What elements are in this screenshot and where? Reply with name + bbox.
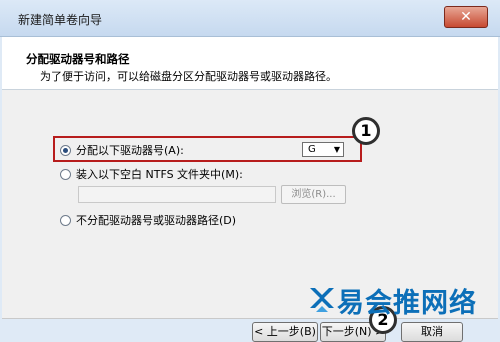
watermark-logo-icon xyxy=(310,288,334,312)
title-bar: 新建简单卷向导 ✕ xyxy=(0,0,500,37)
chevron-down-icon: ▼ xyxy=(333,145,340,154)
watermark: 易会推网络 xyxy=(307,281,500,319)
page-subtitle: 为了便于访问，可以给磁盘分区分配驱动器号或驱动器路径。 xyxy=(40,70,337,83)
radio-assign-letter[interactable] xyxy=(60,144,71,156)
option-assign-letter[interactable]: 分配以下驱动器号(A): xyxy=(60,142,184,158)
page-title: 分配驱动器号和路径 xyxy=(26,52,130,66)
close-icon: ✕ xyxy=(460,9,472,25)
step-badge-1: 1 xyxy=(352,117,380,145)
wizard-header: 分配驱动器号和路径 为了便于访问，可以给磁盘分区分配驱动器号或驱动器路径。 xyxy=(2,37,498,90)
folder-path-input[interactable] xyxy=(78,186,276,203)
drive-letter-value: G xyxy=(308,144,316,155)
option-assign-letter-label: 分配以下驱动器号(A): xyxy=(76,144,184,157)
back-button[interactable]: < 上一步(B) xyxy=(252,322,318,342)
drive-letter-select[interactable]: G ▼ xyxy=(302,142,344,157)
option-mount-folder-label: 装入以下空白 NTFS 文件夹中(M): xyxy=(76,168,243,181)
radio-no-letter[interactable] xyxy=(60,214,71,226)
close-button[interactable]: ✕ xyxy=(444,6,488,28)
watermark-text: 易会推网络 xyxy=(337,288,477,319)
option-no-letter-label: 不分配驱动器号或驱动器路径(D) xyxy=(76,214,237,227)
window-title: 新建简单卷向导 xyxy=(18,13,103,27)
browse-button[interactable]: 浏览(R)... xyxy=(281,185,346,204)
cancel-button[interactable]: 取消 xyxy=(401,322,463,342)
option-mount-folder[interactable]: 装入以下空白 NTFS 文件夹中(M): xyxy=(60,166,243,182)
option-no-letter[interactable]: 不分配驱动器号或驱动器路径(D) xyxy=(60,212,236,228)
radio-mount-folder[interactable] xyxy=(60,168,71,180)
